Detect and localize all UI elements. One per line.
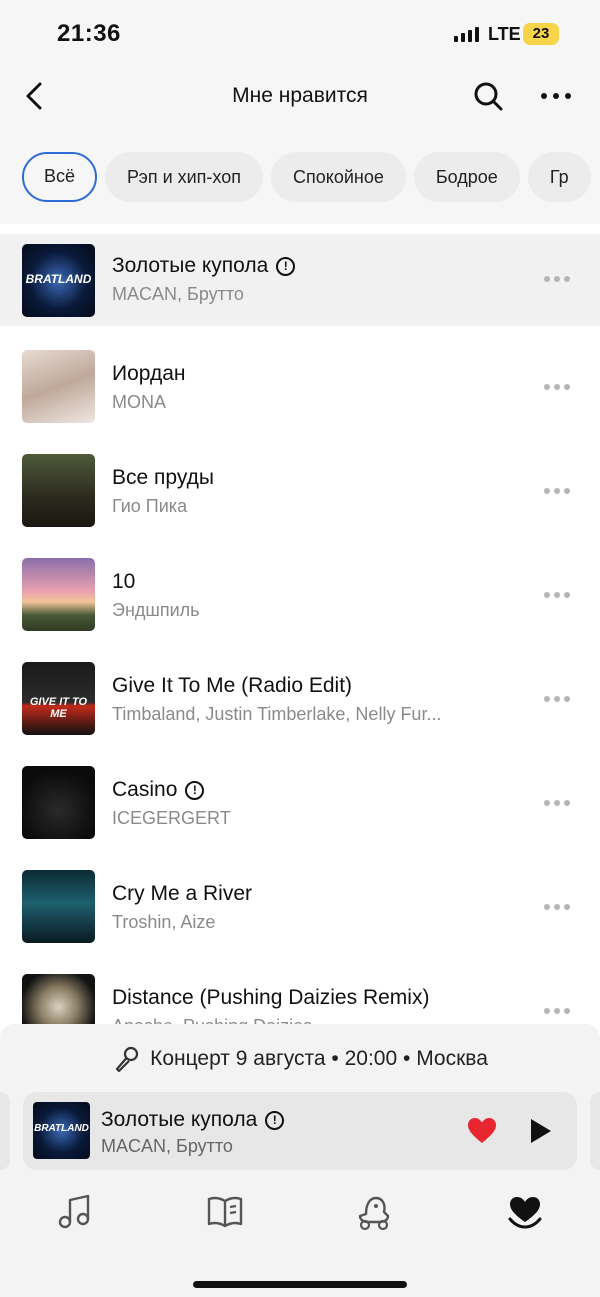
album-cover: BRATLAND	[22, 244, 95, 317]
tab-music[interactable]	[54, 1192, 94, 1232]
play-icon	[531, 1119, 551, 1143]
track-row[interactable]: 10 Эндшпиль	[0, 546, 600, 650]
track-more-button[interactable]	[544, 904, 578, 916]
chip-upbeat[interactable]: Бодрое	[413, 152, 520, 202]
explicit-icon: !	[265, 1110, 285, 1130]
track-more-button[interactable]	[544, 384, 578, 396]
track-title: Distance (Pushing Daizies Remix)	[112, 986, 430, 1009]
filter-chips: Всё Рэп и хип-хоп Спокойное Бодрое Гр	[22, 152, 600, 204]
microphone-icon	[116, 1046, 139, 1073]
page-title: Мне нравится	[232, 84, 368, 107]
track-row[interactable]: Иордан MONA	[0, 338, 600, 442]
status-time: 21:36	[57, 20, 121, 47]
track-row[interactable]: Casino ! ICEGERGERT	[0, 754, 600, 858]
book-icon	[207, 1196, 243, 1228]
track-title: 10	[112, 570, 136, 593]
album-cover	[22, 766, 95, 839]
like-button[interactable]	[466, 1115, 498, 1147]
next-card-edge[interactable]	[590, 1092, 600, 1170]
track-more-button[interactable]	[544, 696, 578, 708]
track-artist: MONA	[112, 392, 166, 412]
album-cover	[22, 454, 95, 527]
track-list: BRATLAND Золотые купола ! MACAN, Брутто …	[0, 234, 600, 1066]
status-bar: 21:36 LTE 23	[0, 0, 600, 64]
track-title: Все пруды	[112, 466, 214, 489]
tab-kids[interactable]	[354, 1192, 394, 1232]
header: Мне нравится Всё Рэп и хип-хоп Спокойное Бо…	[0, 64, 600, 224]
track-title: Give It To Me (Radio Edit)	[112, 674, 353, 697]
mini-player-artist: MACAN, Брутто	[101, 1136, 233, 1156]
chip-rap-hiphop[interactable]: Рэп и хип-хоп	[105, 152, 263, 202]
heart-filled-icon	[468, 1118, 496, 1143]
album-cover: GIVE IT TO ME	[22, 662, 95, 735]
explicit-icon: !	[276, 256, 296, 276]
track-artist: MACAN, Брутто	[112, 284, 244, 304]
track-artist: Timbaland, Justin Timberlake, Nelly Fur.…	[112, 704, 442, 724]
mini-player-cover: BRATLAND	[33, 1102, 90, 1159]
track-more-button[interactable]	[544, 800, 578, 812]
track-artist: ICEGERGERT	[112, 808, 231, 828]
album-cover	[22, 870, 95, 943]
search-icon	[474, 82, 503, 111]
mini-player[interactable]: BRATLAND Золотые купола ! MACAN, Брутто	[23, 1092, 577, 1170]
battery-icon: 23	[523, 23, 559, 45]
tab-bar	[0, 1192, 600, 1242]
concert-banner[interactable]: Концерт 9 августа • 20:00 • Москва	[0, 1044, 600, 1074]
chip-calm[interactable]: Спокойное	[270, 152, 406, 202]
concert-text: Концерт 9 августа • 20:00 • Москва	[150, 1047, 488, 1070]
track-title: Cry Me a River	[112, 882, 253, 905]
track-title: Иордан	[112, 362, 186, 385]
previous-card-edge[interactable]	[0, 1092, 10, 1170]
network-label: LTE	[488, 24, 521, 44]
track-row[interactable]: BRATLAND Золотые купола ! MACAN, Брутто	[0, 234, 600, 326]
home-indicator	[193, 1281, 407, 1288]
album-cover	[22, 558, 95, 631]
more-horizontal-icon	[541, 93, 571, 99]
track-artist: Troshin, Aize	[112, 912, 216, 932]
track-artist: Гио Пика	[112, 496, 188, 516]
track-more-button[interactable]	[544, 488, 578, 500]
track-row[interactable]: GIVE IT TO ME Give It To Me (Radio Edit)…	[0, 650, 600, 754]
music-note-icon	[58, 1194, 90, 1229]
mini-player-title: Золотые купола	[101, 1108, 258, 1131]
cover-text: BRATLAND	[34, 1123, 89, 1134]
album-cover	[22, 350, 95, 423]
tab-favorites[interactable]	[505, 1192, 545, 1232]
heart-icon	[508, 1197, 542, 1229]
chip-all[interactable]: Всё	[22, 152, 98, 202]
track-more-button[interactable]	[544, 1008, 578, 1020]
more-button[interactable]	[536, 78, 576, 114]
signal-icon	[454, 26, 479, 42]
track-more-button[interactable]	[544, 592, 578, 604]
play-button[interactable]	[523, 1114, 557, 1148]
tab-books[interactable]	[205, 1192, 245, 1232]
track-row[interactable]: Все пруды Гио Пика	[0, 442, 600, 546]
explicit-icon: !	[185, 780, 205, 800]
track-title: Casino	[112, 778, 178, 801]
cover-text: GIVE IT TO ME	[29, 696, 88, 720]
kids-icon	[358, 1196, 390, 1231]
track-title: Золотые купола	[112, 254, 269, 277]
cover-text: BRATLAND	[25, 272, 92, 286]
track-artist: Эндшпиль	[112, 600, 200, 620]
track-row[interactable]: Cry Me a River Troshin, Aize	[0, 858, 600, 962]
bottom-panel: Концерт 9 августа • 20:00 • Москва BRATL…	[0, 1024, 600, 1297]
chip-partial[interactable]: Гр	[527, 152, 591, 202]
track-more-button[interactable]	[544, 276, 578, 288]
search-button[interactable]	[470, 78, 506, 114]
